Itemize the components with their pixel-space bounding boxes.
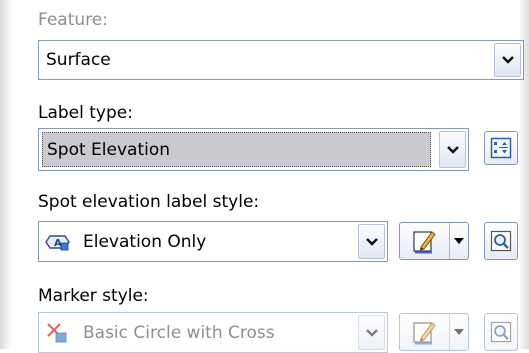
label-type-label: Label type: xyxy=(38,103,133,123)
triangle-down-icon xyxy=(454,329,464,335)
marker-style-preview-button[interactable] xyxy=(484,313,518,351)
feature-dropdown[interactable]: Surface xyxy=(38,40,524,80)
spot-style-dropdown[interactable]: A Elevation Only xyxy=(38,221,388,262)
label-type-dropdown-arrow[interactable] xyxy=(439,131,466,168)
triangle-down-icon xyxy=(454,238,464,244)
magnifier-icon xyxy=(490,230,512,252)
spot-style-edit-button[interactable] xyxy=(400,223,450,259)
marker-style-label: Marker style: xyxy=(38,286,149,306)
feature-label: Feature: xyxy=(38,10,108,30)
spot-style-value: Elevation Only xyxy=(83,231,207,252)
grid-settings-icon xyxy=(490,137,512,159)
spot-style-edit-menu-arrow[interactable] xyxy=(449,223,468,259)
label-type-dropdown[interactable]: Spot Elevation xyxy=(38,128,469,171)
marker-style-edit-menu-arrow[interactable] xyxy=(449,314,468,350)
chevron-down-icon xyxy=(446,145,459,154)
chevron-down-icon xyxy=(365,328,378,337)
spot-style-label: Spot elevation label style: xyxy=(38,192,260,212)
label-style-icon: A xyxy=(45,235,70,251)
chevron-down-icon xyxy=(501,56,514,64)
feature-value: Surface xyxy=(46,50,111,70)
marker-style-dropdown-arrow[interactable] xyxy=(358,315,385,350)
pencil-edit-icon xyxy=(413,322,436,345)
magnifier-icon xyxy=(490,321,512,343)
marker-style-icon xyxy=(47,323,67,343)
label-settings-panel: Feature: Surface Label type: Spot Elevat… xyxy=(0,0,529,353)
label-type-value: Spot Elevation xyxy=(47,139,171,160)
pencil-edit-icon xyxy=(413,231,436,254)
marker-style-dropdown[interactable]: Basic Circle with Cross xyxy=(38,312,388,353)
label-type-settings-button[interactable] xyxy=(484,131,518,165)
spot-style-edit-split-button[interactable] xyxy=(399,222,469,260)
chevron-down-icon xyxy=(365,237,378,246)
marker-style-edit-split-button[interactable] xyxy=(399,313,469,351)
spot-style-preview-button[interactable] xyxy=(484,222,518,260)
feature-dropdown-arrow[interactable] xyxy=(494,43,521,77)
marker-style-edit-button[interactable] xyxy=(400,314,450,350)
marker-style-value: Basic Circle with Cross xyxy=(83,322,275,343)
spot-style-dropdown-arrow[interactable] xyxy=(358,224,385,259)
